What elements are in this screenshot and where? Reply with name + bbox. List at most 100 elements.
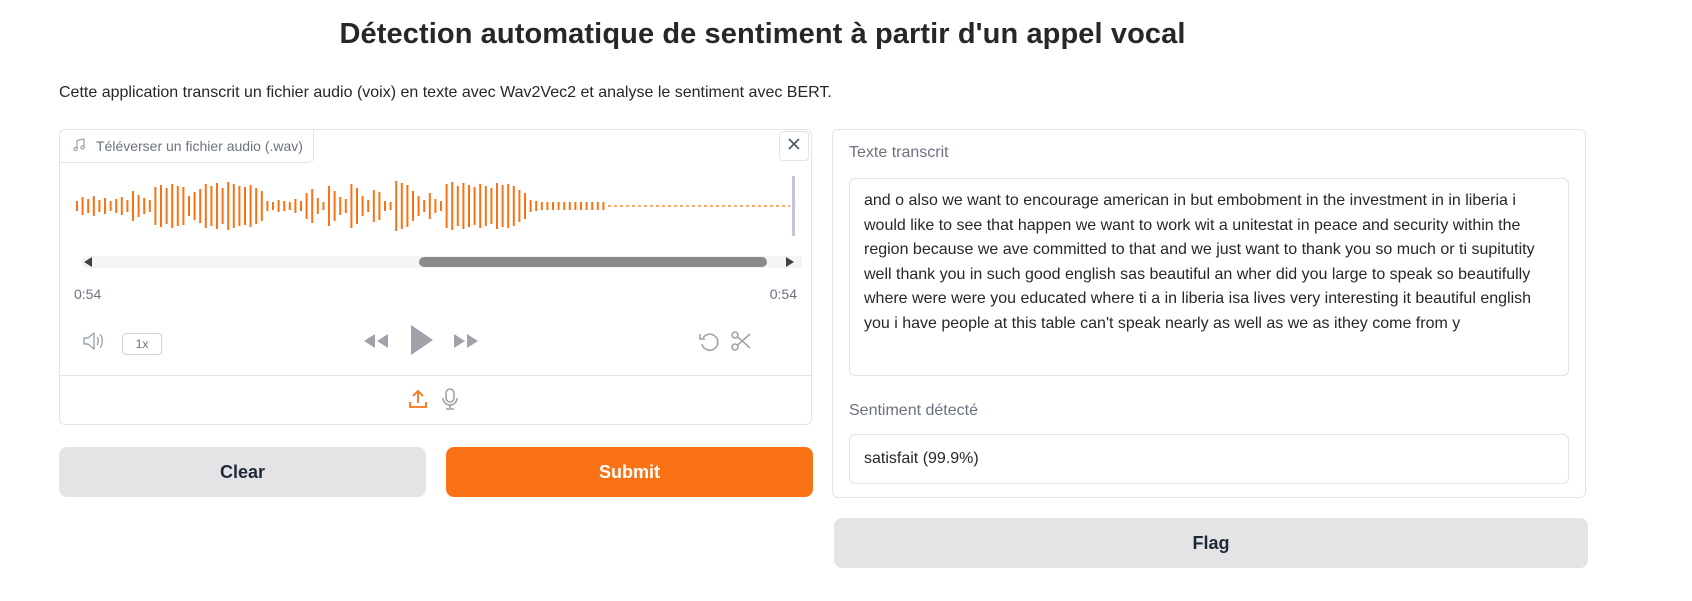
waveform-bar (288, 202, 291, 210)
waveform-bar (462, 183, 465, 229)
waveform-bar (557, 202, 560, 210)
waveform-bar (518, 190, 521, 222)
playback-speed-button[interactable]: 1x (122, 333, 162, 355)
play-icon (406, 322, 436, 363)
scissors-icon (729, 329, 753, 358)
waveform-bar (568, 202, 571, 210)
volume-button[interactable] (80, 330, 108, 356)
waveform-bar (378, 192, 381, 220)
waveform-bar (255, 188, 258, 224)
waveform-bar (552, 202, 554, 210)
sentiment-textbox[interactable]: satisfait (99.9%) (849, 434, 1569, 484)
waveform-bar (322, 202, 325, 210)
page-title: Détection automatique de sentiment à par… (339, 18, 1186, 50)
audio-waveform[interactable] (74, 172, 798, 250)
waveform-bar (395, 181, 398, 231)
waveform-bar (109, 201, 112, 211)
audio-input-panel: Téléverser un fichier audio (.wav) 0:54 … (59, 129, 812, 425)
waveform-bar (540, 202, 543, 210)
waveform-bar (216, 183, 218, 229)
waveform-bar (535, 201, 538, 211)
trim-button[interactable] (728, 330, 754, 356)
upload-icon (407, 388, 429, 415)
waveform-bar (165, 188, 168, 224)
waveform-bar (529, 200, 532, 212)
clear-audio-button[interactable] (779, 131, 809, 161)
waveform-bar (428, 193, 431, 219)
undo-button[interactable] (696, 330, 722, 356)
waveform-bar (294, 199, 297, 213)
waveform-bar (311, 189, 314, 223)
waveform-bar (546, 202, 549, 210)
waveform-bar (210, 186, 213, 226)
waveform-bar (389, 202, 392, 210)
output-panel: Texte transcrit and o also we want to en… (832, 129, 1586, 498)
waveform-bar (328, 186, 330, 226)
waveform-bar (221, 188, 224, 224)
waveform-bar (484, 186, 487, 226)
fast-forward-button[interactable] (450, 328, 482, 358)
close-icon (787, 137, 801, 156)
undo-icon (697, 329, 721, 358)
rewind-button[interactable] (360, 328, 392, 358)
time-total: 0:54 (769, 286, 797, 302)
waveform-bar (400, 183, 403, 229)
waveform-bar (182, 187, 185, 225)
waveform-bar (238, 186, 241, 226)
waveform-bar (333, 191, 336, 221)
waveform-bar (423, 200, 426, 212)
transcript-label: Texte transcrit (849, 144, 949, 161)
microphone-source-button[interactable] (437, 387, 463, 415)
waveform-bar (384, 201, 386, 211)
waveform-bar (479, 184, 482, 228)
waveform-bar (445, 184, 448, 228)
microphone-icon (439, 387, 461, 416)
playback-controls: 1x (60, 320, 811, 364)
waveform-bar (137, 195, 140, 217)
transcript-textbox[interactable]: and o also we want to encourage american… (849, 178, 1569, 376)
waveform-bar (87, 199, 90, 213)
waveform-bar (143, 198, 146, 214)
waveform-bar (501, 185, 504, 227)
waveform-bar (244, 187, 246, 225)
audio-source-selector (60, 375, 811, 426)
waveform-bar (277, 200, 280, 212)
waveform-bar (490, 188, 493, 224)
waveform-bar (602, 202, 605, 210)
waveform-bar (468, 185, 470, 227)
waveform-bar (204, 184, 207, 228)
waveform-bar (507, 184, 510, 228)
waveform-bar (316, 198, 319, 214)
waveform-bar (434, 199, 437, 213)
waveform-bar (524, 193, 526, 219)
waveform-bar (148, 200, 151, 212)
waveform-bar (260, 191, 263, 221)
waveform-bar (199, 189, 202, 223)
fast-forward-icon (451, 331, 481, 356)
scrollbar-thumb (419, 257, 767, 267)
audio-input-label-text: Téléverser un fichier audio (.wav) (96, 138, 303, 154)
waveform-bar (266, 201, 269, 211)
waveform-scrollbar[interactable] (82, 252, 802, 272)
waveform-bar (339, 197, 342, 215)
waveform-bar (344, 199, 347, 213)
music-note-icon (72, 137, 86, 155)
play-button[interactable] (404, 322, 438, 362)
waveform-bar (81, 197, 84, 215)
waveform-bar (154, 187, 157, 225)
audio-input-label: Téléverser un fichier audio (.wav) (60, 130, 314, 163)
waveform-bar (115, 199, 118, 213)
waveform-bar (227, 182, 230, 230)
waveform-bar (120, 197, 123, 215)
clear-button[interactable]: Clear (59, 447, 426, 497)
waveform-bar (98, 200, 101, 212)
flag-button[interactable]: Flag (834, 518, 1588, 568)
waveform-bar (372, 190, 375, 222)
waveform-bar (232, 184, 235, 228)
submit-button[interactable]: Submit (446, 447, 813, 497)
waveform-bar (283, 201, 286, 211)
waveform-bar (171, 184, 174, 228)
waveform-bar (412, 191, 414, 221)
upload-source-button[interactable] (405, 387, 431, 415)
time-current: 0:54 (74, 286, 102, 302)
